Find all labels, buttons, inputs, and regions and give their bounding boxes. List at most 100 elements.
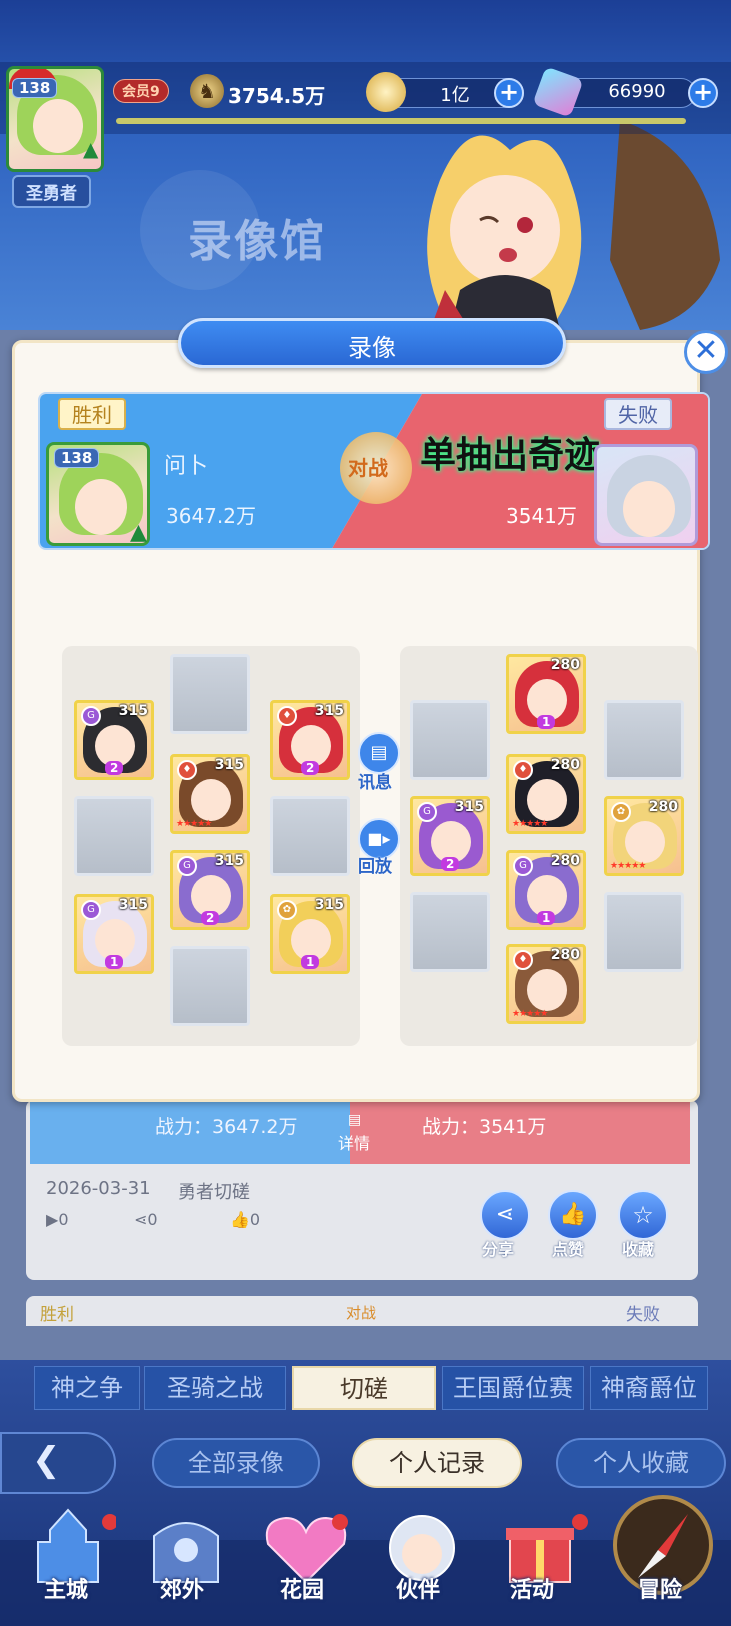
right-hero-5[interactable]: G 280 1 [506,850,586,930]
shares-count: ⋖0 [134,1210,158,1229]
add-gold-button[interactable]: + [494,78,524,108]
replay-label: 回放 [358,857,392,877]
nav-label-adventure: 冒险 [638,1578,683,1603]
next-record-win: 胜利 [40,1305,74,1325]
tab-kingdom-rank[interactable]: 王国爵位赛 [442,1366,584,1410]
faction-icon: ♦ [513,760,533,780]
tree-badge-icon: ▲ [130,520,147,545]
left-player-name: 问卜 [164,454,209,479]
share-icon: ⋖ [495,1202,515,1227]
details-icon: ▤ [348,1112,362,1128]
nav-label-outskirts: 郊外 [160,1578,205,1603]
favorite-label: 收藏 [622,1240,655,1259]
tab-paladin-war[interactable]: 圣骑之战 [144,1366,286,1410]
next-record-vs: 对战 [346,1304,377,1322]
play-icon: ▶ [46,1210,59,1229]
nav-main-city[interactable]: 主城 [20,1506,118,1603]
nav-label-partners: 伙伴 [396,1578,441,1603]
left-player-power: 3647.2万 [166,504,256,528]
nav-outskirts[interactable]: 郊外 [138,1506,234,1603]
vs-label: 对战 [348,456,388,480]
thumbs-up-icon: 👍 [559,1202,587,1227]
nav-label-events: 活动 [510,1578,555,1603]
left-hero-1[interactable]: G 315 2 [74,700,154,780]
filter-favorites[interactable]: 个人收藏 [556,1438,726,1488]
nav-partners[interactable]: 伙伴 [374,1506,470,1603]
empty-slot [604,700,684,780]
add-gem-button[interactable]: + [688,78,718,108]
empty-slot [74,796,154,876]
left-player-level: 138 [54,448,100,468]
record-left-power: 战力：3647.2万 [155,1116,298,1138]
left-hero-3[interactable]: ♦ 315 2 [270,700,350,780]
empty-slot [170,946,250,1026]
empty-slot [270,796,350,876]
tab-god-war[interactable]: 神之争 [34,1366,140,1410]
nav-garden[interactable]: 花园 [258,1506,354,1603]
faction-icon: ♦ [277,706,297,726]
back-arrow-icon: ❮ [32,1440,61,1480]
record-right-power: 战力：3541万 [422,1116,547,1138]
player-level: 138 [12,78,58,98]
faction-icon: G [81,900,101,920]
left-hero-6[interactable]: ✿ 315 1 [270,894,350,974]
win-label: 胜利 [58,398,126,430]
empty-slot [170,654,250,734]
like-button[interactable]: 👍 [548,1190,598,1240]
nav-label-main-city: 主城 [44,1578,89,1603]
empty-slot [410,892,490,972]
filter-all[interactable]: 全部录像 [152,1438,320,1488]
filter-personal[interactable]: 个人记录 [352,1438,522,1488]
back-button[interactable]: ❮ [0,1432,116,1494]
faction-icon: ✿ [611,802,631,822]
power-icon: ♞ [190,74,224,108]
faction-icon: G [417,802,437,822]
player-title: 圣勇者 [12,175,91,208]
share-button[interactable]: ⋖ [480,1190,530,1240]
faction-icon: G [81,706,101,726]
nav-label-garden: 花园 [280,1578,325,1603]
like-label: 点赞 [552,1240,585,1259]
faction-icon: G [513,856,533,876]
vip-badge[interactable]: 会员9 [113,79,169,103]
gem-value: 66990 [608,81,666,102]
tab-spar[interactable]: 切磋 [292,1366,436,1410]
favorite-button[interactable]: ☆ [618,1190,668,1240]
details-button[interactable]: ▤ 详情 [338,1112,378,1154]
right-hero-4[interactable]: ✿ 280 ★★★★★ [604,796,684,876]
power-value: 3754.5万 [228,84,326,108]
share-label: 分享 [482,1240,515,1259]
empty-slot [604,892,684,972]
right-hero-3[interactable]: ♦ 280 ★★★★★ [506,754,586,834]
document-icon: ▤ [370,742,388,763]
nav-events[interactable]: 活动 [492,1506,588,1603]
tab-divine-rank[interactable]: 神裔爵位 [590,1366,708,1410]
gold-value: 1亿 [440,85,470,106]
faction-icon: ♦ [177,760,197,780]
right-hero-1[interactable]: 280 1 [506,654,586,734]
tree-icon: ▲ [83,137,99,161]
right-hero-2[interactable]: G 315 2 [410,796,490,876]
faction-icon: ✿ [277,900,297,920]
left-hero-5[interactable]: G 315 1 [74,894,154,974]
record-date: 2026-03-31 [46,1178,151,1199]
thumb-small-icon: 👍 [230,1210,250,1229]
faction-icon: ♦ [513,950,533,970]
record-mode: 勇者切磋 [178,1182,250,1203]
dialog-title: 录像 [348,334,396,362]
close-button[interactable]: ✕ [684,330,728,374]
right-player-avatar [594,444,698,546]
exp-bar [116,118,686,124]
details-label: 详情 [338,1134,371,1153]
nav-adventure[interactable]: 冒险 [608,1490,718,1603]
info-label: 讯息 [358,773,392,793]
lose-label: 失败 [604,398,672,430]
empty-slot [410,700,490,780]
right-hero-6[interactable]: ♦ 280 ★★★★★ [506,944,586,1024]
character-illustration [427,120,720,330]
right-player-power: 3541万 [506,504,577,528]
close-icon: ✕ [693,333,719,368]
gold-coin-icon [366,72,406,112]
left-hero-2[interactable]: ♦ 315 ★★★★★ [170,754,250,834]
left-hero-4[interactable]: G 315 2 [170,850,250,930]
